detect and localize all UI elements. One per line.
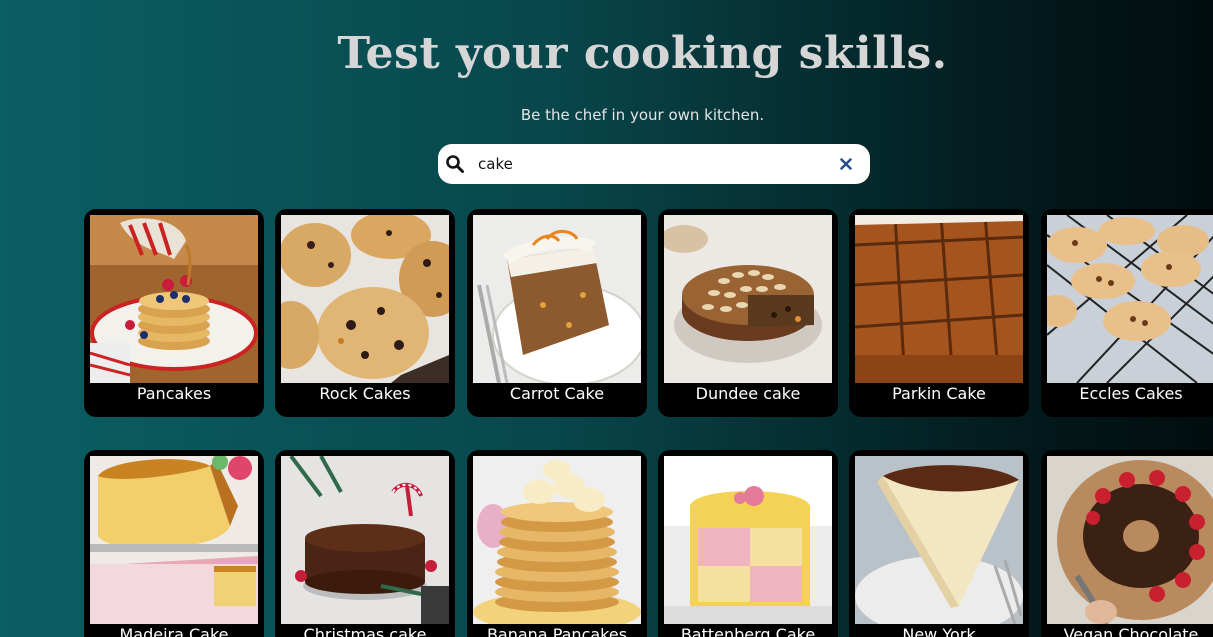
recipe-card-label: Battenberg Cake bbox=[680, 625, 816, 637]
recipe-card-label: Pancakes bbox=[136, 384, 212, 403]
parkin-cake-photo bbox=[855, 215, 1023, 383]
recipe-card-dundee-cake[interactable]: Dundee cake bbox=[658, 209, 838, 417]
recipe-card-label: Madeira Cake bbox=[119, 625, 229, 637]
banana-pancakes-photo bbox=[473, 456, 641, 624]
recipe-card-label: Vegan Chocolate bbox=[1063, 625, 1199, 637]
recipe-card-label: Rock Cakes bbox=[319, 384, 411, 403]
carrot-cake-photo bbox=[473, 215, 641, 383]
eccles-cakes-photo bbox=[1047, 215, 1213, 383]
recipe-card-label: Christmas cake bbox=[303, 625, 427, 637]
search-input[interactable] bbox=[478, 150, 818, 178]
vegan-chocolate-cake-photo bbox=[1047, 456, 1213, 624]
madeira-cake-photo bbox=[90, 456, 258, 624]
pancakes-photo bbox=[90, 215, 258, 383]
page-title: Test your cooking skills. bbox=[337, 28, 948, 79]
page-subtitle: Be the chef in your own kitchen. bbox=[520, 106, 765, 124]
recipe-card-pancakes[interactable]: Pancakes bbox=[84, 209, 264, 417]
recipe-card-parkin-cake[interactable]: Parkin Cake bbox=[849, 209, 1029, 417]
recipe-card-banana-pancakes[interactable]: Banana Pancakes bbox=[467, 450, 647, 637]
recipe-card-battenberg-cake[interactable]: Battenberg Cake bbox=[658, 450, 838, 637]
recipe-card-label: Carrot Cake bbox=[509, 384, 605, 403]
rock-cakes-photo bbox=[281, 215, 449, 383]
recipe-card-label: Parkin Cake bbox=[892, 384, 986, 403]
recipe-card-new-york[interactable]: New York bbox=[849, 450, 1029, 637]
close-icon[interactable] bbox=[838, 156, 854, 172]
recipe-card-label: Dundee cake bbox=[695, 384, 801, 403]
new-york-cheesecake-photo bbox=[855, 456, 1023, 624]
recipe-card-rock-cakes[interactable]: Rock Cakes bbox=[275, 209, 455, 417]
recipe-card-carrot-cake[interactable]: Carrot Cake bbox=[467, 209, 647, 417]
recipe-card-eccles-cakes[interactable]: Eccles Cakes bbox=[1041, 209, 1213, 417]
recipe-card-label: Banana Pancakes bbox=[486, 625, 628, 637]
christmas-cake-photo bbox=[281, 456, 449, 624]
search-icon bbox=[445, 154, 465, 174]
recipe-card-label: New York bbox=[902, 625, 976, 637]
recipe-card-madeira-cake[interactable]: Madeira Cake bbox=[84, 450, 264, 637]
battenberg-cake-photo bbox=[664, 456, 832, 624]
dundee-cake-photo bbox=[664, 215, 832, 383]
search-bar[interactable] bbox=[438, 144, 870, 184]
recipe-card-label: Eccles Cakes bbox=[1079, 384, 1183, 403]
recipe-card-vegan-chocolate[interactable]: Vegan Chocolate bbox=[1041, 450, 1213, 637]
recipe-card-christmas-cake[interactable]: Christmas cake bbox=[275, 450, 455, 637]
